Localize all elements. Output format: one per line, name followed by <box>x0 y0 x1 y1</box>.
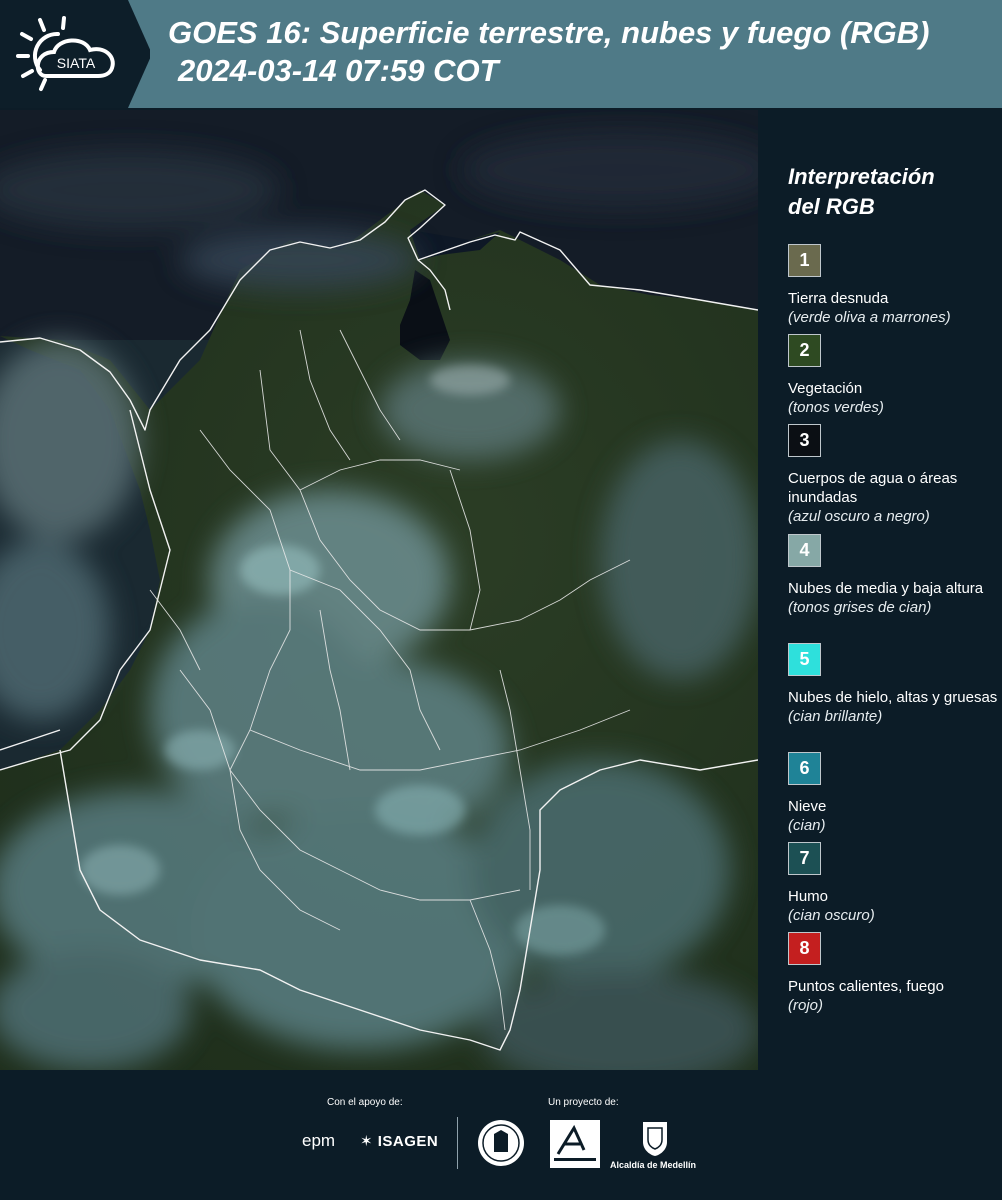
legend-label: Vegetación <box>788 380 863 397</box>
legend-swatch: 5 <box>788 643 821 676</box>
legend-desc: (verde oliva a marrones) <box>788 309 951 326</box>
legend-swatch: 1 <box>788 244 821 277</box>
svg-text:SIATA: SIATA <box>57 55 96 71</box>
support-label: Con el apoyo de: <box>327 1097 403 1108</box>
legend-label: Tierra desnuda <box>788 290 889 307</box>
university-seal-icon <box>478 1120 524 1166</box>
area-metropolitana-logo <box>550 1120 600 1168</box>
legend-swatch: 6 <box>788 752 821 785</box>
legend-item-7: 7 Humo (cian oscuro) <box>788 842 998 925</box>
project-label: Un proyecto de: <box>548 1097 619 1108</box>
legend-item-6: 6 Nieve (cian) <box>788 752 998 835</box>
page-title: GOES 16: Superficie terrestre, nubes y f… <box>168 14 929 90</box>
legend-item-8: 8 Puntos calientes, fuego (rojo) <box>788 932 998 1015</box>
medellin-label: Alcaldía de Medellín <box>610 1160 697 1170</box>
legend-item-5: 5 Nubes de hielo, altas y gruesas (cian … <box>788 643 998 726</box>
medellin-shield-icon <box>643 1122 667 1156</box>
legend-desc: (tonos grises de cian) <box>788 599 932 616</box>
legend-title-line-2: del RGB <box>788 194 875 219</box>
legend-item-2: 2 Vegetación (tonos verdes) <box>788 334 998 417</box>
legend-swatch: 4 <box>788 534 821 567</box>
isagen-logo-text: ISAGEN <box>377 1133 439 1150</box>
legend-title: Interpretación del RGB <box>788 162 935 222</box>
legend-desc: (cian oscuro) <box>788 907 875 924</box>
legend-item-3: 3 Cuerpos de agua o áreas inundadas (azu… <box>788 424 998 526</box>
legend-label: Cuerpos de agua o áreas inundadas <box>788 470 958 506</box>
legend-label: Nubes de hielo, altas y gruesas <box>788 689 998 706</box>
title-line-2: 2024-03-14 07:59 COT <box>178 53 499 88</box>
isagen-logo: ✶ ISAGEN <box>360 1133 439 1150</box>
satellite-map <box>0 110 758 1070</box>
legend-title-line-1: Interpretación <box>788 164 935 189</box>
legend-desc: (azul oscuro a negro) <box>788 508 930 525</box>
legend-desc: (rojo) <box>788 997 824 1014</box>
legend-desc: (cian brillante) <box>788 708 883 725</box>
legend-swatch: 7 <box>788 842 821 875</box>
legend-swatch: 8 <box>788 932 821 965</box>
legend-label: Nubes de media y baja altura <box>788 580 984 597</box>
legend-label: Puntos calientes, fuego <box>788 978 944 995</box>
legend-item-1: 1 Tierra desnuda (verde oliva a marrones… <box>788 244 998 327</box>
legend-swatch: 2 <box>788 334 821 367</box>
legend-label: Humo <box>788 888 829 905</box>
footer-divider <box>457 1117 458 1169</box>
legend-item-4: 4 Nubes de media y baja altura (tonos gr… <box>788 534 998 617</box>
legend-panel: Interpretación del RGB 1 Tierra desnuda … <box>762 110 1002 1070</box>
legend-swatch: 3 <box>788 424 821 457</box>
legend-label: Nieve <box>788 798 827 815</box>
legend-desc: (cian) <box>788 817 826 834</box>
title-line-1: GOES 16: Superficie terrestre, nubes y f… <box>168 15 930 50</box>
legend-desc: (tonos verdes) <box>788 399 884 416</box>
siata-logo: SIATA <box>16 16 115 91</box>
epm-logo: epm <box>302 1131 336 1150</box>
